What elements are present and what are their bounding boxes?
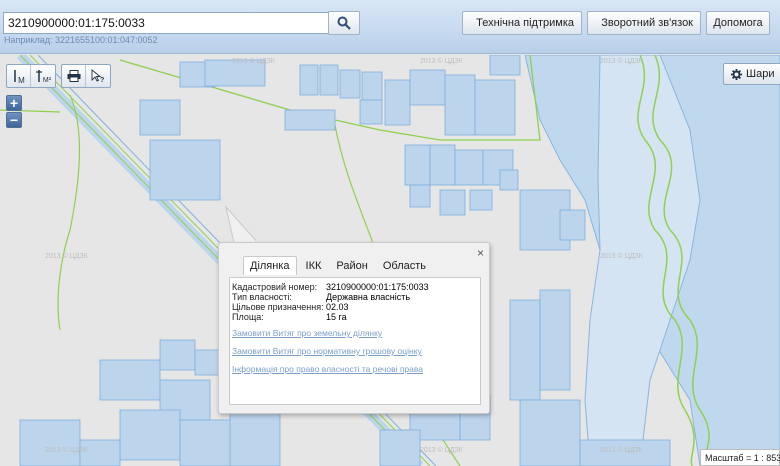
parcel-details-panel: Кадастровий номер: 3210900000:01:175:003… bbox=[229, 277, 481, 405]
search-icon bbox=[337, 16, 351, 30]
print-info-tools: ? bbox=[61, 64, 111, 88]
tab-district[interactable]: Район bbox=[330, 257, 373, 275]
cursor-question-icon: ? bbox=[91, 69, 104, 83]
map-watermark: 2013 © ЦДЗК bbox=[600, 253, 643, 260]
tech-support-label: Технічна підтримка bbox=[476, 17, 574, 29]
map-watermark: 2013 © ЦДЗК bbox=[232, 58, 275, 65]
identify-button[interactable]: ? bbox=[86, 65, 110, 87]
measure-distance-label: M bbox=[18, 75, 25, 85]
measure-area-label: M² bbox=[42, 76, 52, 84]
measure-area-button[interactable]: M² bbox=[31, 65, 55, 87]
map-watermark: 2013 © ЦДЗК bbox=[45, 447, 88, 454]
top-toolbar: Наприклад: 3221655100:01:047:0052 Техніч… bbox=[0, 0, 780, 54]
map-watermark: 2013 © ЦДЗК bbox=[420, 58, 463, 65]
print-button[interactable] bbox=[62, 65, 86, 87]
field-value: Державна власність bbox=[326, 292, 411, 302]
map-watermark: 2013 © ЦДЗК bbox=[420, 447, 463, 454]
cadastral-search-input[interactable] bbox=[3, 12, 329, 34]
field-label: Площа: bbox=[232, 312, 264, 322]
help-button[interactable]: Допомога bbox=[706, 11, 770, 35]
field-cadastral-number: Кадастровий номер: 3210900000:01:175:003… bbox=[232, 282, 429, 292]
tab-region[interactable]: Область bbox=[377, 257, 432, 275]
layers-button[interactable]: Шари bbox=[723, 63, 780, 85]
measure-tools: M M² bbox=[6, 64, 56, 88]
order-parcel-extract-link[interactable]: Замовити Витяг про земельну ділянку bbox=[232, 328, 382, 338]
layers-label: Шари bbox=[746, 68, 775, 80]
map-watermark: 2013 © ЦДЗК bbox=[600, 58, 643, 65]
popup-close-button[interactable]: × bbox=[477, 246, 484, 260]
field-label: Цільове призначення: bbox=[232, 302, 324, 312]
field-ownership-type: Тип власності: Державна власність bbox=[232, 292, 410, 302]
field-value: 02.03 bbox=[326, 302, 349, 312]
area-ruler-icon bbox=[35, 70, 42, 82]
zoom-out-button[interactable]: − bbox=[6, 112, 22, 128]
field-value: 3210900000:01:175:0033 bbox=[326, 282, 429, 292]
feedback-button[interactable]: Зворотний зв'язок bbox=[587, 11, 701, 35]
help-label: Допомога bbox=[713, 17, 763, 29]
scale-indicator: Масштаб = 1 : 8531 bbox=[700, 449, 780, 466]
search-button[interactable] bbox=[328, 11, 360, 35]
measure-distance-button[interactable]: M bbox=[7, 65, 31, 87]
tab-parcel[interactable]: Ділянка bbox=[243, 256, 297, 275]
field-value: 15 га bbox=[326, 312, 347, 322]
tech-support-button[interactable]: Технічна підтримка bbox=[462, 11, 582, 35]
order-valuation-extract-link[interactable]: Замовити Витяг про нормативну грошову оц… bbox=[232, 346, 422, 356]
search-example-hint: Наприклад: 3221655100:01:047:0052 bbox=[4, 35, 158, 45]
field-label: Кадастровий номер: bbox=[232, 282, 318, 292]
popup-tabs: Ділянка ІКК Район Область bbox=[243, 256, 435, 275]
map-watermark: 2013 © ЦДЗК bbox=[45, 253, 88, 260]
feedback-label: Зворотний зв'язок bbox=[601, 17, 693, 29]
field-area: Площа: 15 га bbox=[232, 312, 347, 322]
field-purpose: Цільове призначення: 02.03 bbox=[232, 302, 349, 312]
ownership-info-link[interactable]: Інформація про право власності та речові… bbox=[232, 364, 423, 374]
popup-pointer bbox=[225, 205, 260, 244]
field-label: Тип власності: bbox=[232, 292, 292, 302]
tab-ikk[interactable]: ІКК bbox=[300, 257, 328, 275]
gear-icon bbox=[731, 68, 742, 80]
printer-icon bbox=[67, 70, 80, 82]
svg-text:?: ? bbox=[100, 77, 104, 83]
zoom-in-button[interactable]: + bbox=[6, 95, 22, 111]
parcel-info-popup: × Ділянка ІКК Район Область Кадастровий … bbox=[218, 242, 490, 414]
map-watermark: 2013 © ЦДЗК bbox=[600, 447, 643, 454]
